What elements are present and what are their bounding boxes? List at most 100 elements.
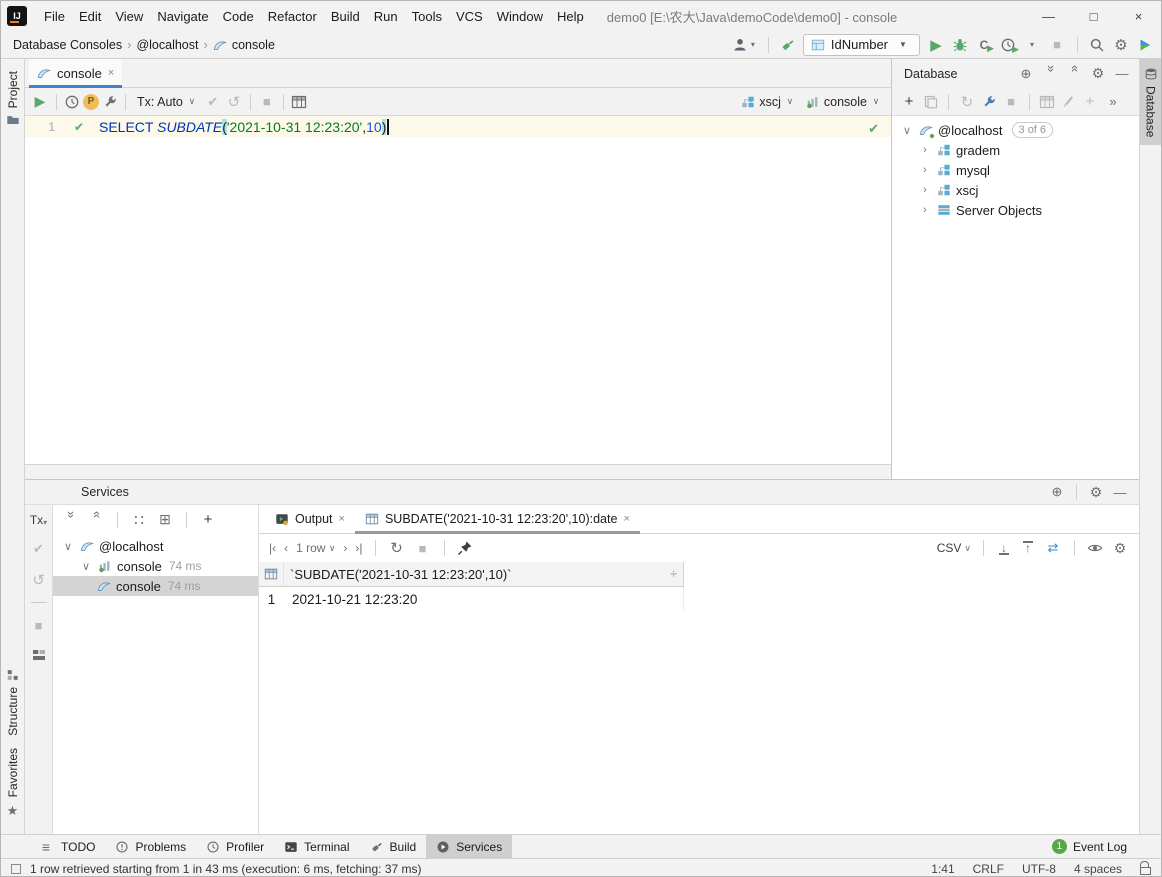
inspections-ok-icon[interactable]: ✔: [868, 121, 879, 137]
plugin-colorful-play-icon[interactable]: [1137, 37, 1153, 53]
profiler-button[interactable]: ▶: [1000, 37, 1016, 53]
group-by-icon[interactable]: ∷: [130, 511, 148, 529]
menu-tools[interactable]: Tools: [405, 5, 449, 28]
tab-output[interactable]: Output ×: [265, 505, 355, 533]
service-row-console-session[interactable]: ∨ console 74 ms: [53, 556, 258, 576]
tool-button-structure[interactable]: Structure: [6, 662, 20, 742]
menu-vcs[interactable]: VCS: [449, 5, 490, 28]
expand-all-icon[interactable]: »: [1041, 65, 1059, 83]
tab-close-icon[interactable]: ×: [108, 67, 114, 79]
tab-result-subdate[interactable]: SUBDATE('2021-10-31 12:23:20',10):date ×: [355, 505, 640, 533]
compare-sync-icon[interactable]: ⇄: [1044, 539, 1062, 557]
tool-button-profiler[interactable]: Profiler: [196, 835, 274, 858]
search-everywhere-icon[interactable]: [1089, 37, 1105, 53]
export-format-select[interactable]: CSV∨: [937, 541, 971, 555]
chevron-down-icon[interactable]: ∨: [61, 540, 75, 553]
tx-toggle-button[interactable]: Tx▾: [30, 513, 47, 527]
menu-view[interactable]: View: [108, 5, 150, 28]
tab-close-icon[interactable]: ×: [339, 513, 345, 525]
datasource-properties-icon[interactable]: [981, 94, 997, 110]
menu-navigate[interactable]: Navigate: [150, 5, 215, 28]
tool-button-problems[interactable]: Problems: [105, 835, 196, 858]
result-row-1[interactable]: 1 2021-10-21 12:23:20: [259, 587, 1139, 611]
menu-code[interactable]: Code: [216, 5, 261, 28]
profiler-dropdown-icon[interactable]: ▾: [1023, 36, 1041, 54]
minimize-button[interactable]: —: [1026, 1, 1071, 31]
menu-run[interactable]: Run: [367, 5, 405, 28]
menu-refactor[interactable]: Refactor: [261, 5, 324, 28]
run-button[interactable]: ▶: [927, 36, 945, 54]
schema-select[interactable]: xscj ∨: [737, 93, 799, 111]
debug-bug-icon[interactable]: [952, 37, 968, 53]
execute-button[interactable]: ▶: [31, 93, 49, 111]
collapse-all-icon[interactable]: «: [1065, 65, 1083, 83]
history-clock-icon[interactable]: [64, 94, 80, 110]
user-account-button[interactable]: ▾: [732, 36, 757, 54]
pin-tab-icon[interactable]: [457, 540, 473, 556]
tab-close-icon[interactable]: ×: [623, 513, 629, 525]
menu-edit[interactable]: Edit: [72, 5, 108, 28]
export-download-icon[interactable]: ↓: [996, 540, 1012, 556]
locate-icon[interactable]: ⊕: [1017, 65, 1035, 83]
tool-button-project[interactable]: Project: [6, 65, 20, 133]
collapse-all-icon[interactable]: «: [87, 511, 105, 529]
tool-button-build[interactable]: Build: [360, 835, 427, 858]
event-log-button[interactable]: 1 Event Log: [1052, 839, 1161, 854]
settings-gear-icon[interactable]: ⚙: [1112, 36, 1130, 54]
tx-mode-select[interactable]: Tx: Auto ∨: [133, 93, 201, 111]
tool-button-terminal[interactable]: Terminal: [274, 835, 359, 858]
editor-splitter[interactable]: [25, 464, 891, 479]
wrench-settings-icon[interactable]: [102, 94, 118, 110]
readonly-lock-icon[interactable]: [1140, 867, 1151, 875]
hide-panel-icon[interactable]: —: [1111, 483, 1129, 501]
layout-icon[interactable]: [31, 647, 47, 663]
tool-button-services[interactable]: Services: [426, 835, 512, 858]
indent-widget[interactable]: 4 spaces: [1074, 862, 1122, 876]
chevron-down-icon[interactable]: ∨: [79, 560, 93, 573]
tool-button-database[interactable]: Database: [1140, 59, 1162, 145]
menu-file[interactable]: File: [37, 5, 72, 28]
menu-help[interactable]: Help: [550, 5, 591, 28]
corner-cell[interactable]: [259, 562, 284, 587]
maximize-button[interactable]: □: [1071, 1, 1116, 31]
locate-icon[interactable]: ⊕: [1048, 483, 1066, 501]
parameters-icon[interactable]: P: [83, 94, 99, 110]
panel-settings-gear-icon[interactable]: ⚙: [1087, 483, 1105, 501]
tree-row-localhost[interactable]: ∨ @localhost 3 of 6: [892, 120, 1139, 140]
chevron-right-icon[interactable]: ›: [918, 184, 932, 196]
breadcrumb-localhost[interactable]: @localhost: [136, 38, 198, 52]
add-datasource-button[interactable]: +: [900, 93, 918, 111]
chevron-right-icon[interactable]: ›: [918, 164, 932, 176]
tree-row-mysql[interactable]: › mysql: [892, 160, 1139, 180]
session-select[interactable]: console ∨: [802, 93, 885, 111]
menu-window[interactable]: Window: [490, 5, 550, 28]
column-header-subdate[interactable]: `SUBDATE('2021-10-31 12:23:20',10)` ÷: [284, 562, 684, 587]
service-row-localhost[interactable]: ∨ @localhost: [53, 536, 258, 556]
view-options-eye-icon[interactable]: [1087, 540, 1103, 556]
tool-button-favorites[interactable]: Favorites ★: [4, 742, 22, 826]
close-button[interactable]: ×: [1116, 1, 1161, 31]
caret-position-widget[interactable]: 1:41: [931, 862, 954, 876]
tool-button-todo[interactable]: ≡ TODO: [27, 835, 105, 858]
run-configuration-select[interactable]: IdNumber ▼: [803, 34, 920, 56]
tree-row-xscj[interactable]: › xscj: [892, 180, 1139, 200]
line-ending-widget[interactable]: CRLF: [973, 862, 1004, 876]
code-editor[interactable]: 1 ✔ SELECT SUBDATE('2021-10-31 12:23:20'…: [25, 116, 891, 464]
build-hammer-icon[interactable]: [780, 37, 796, 53]
run-with-coverage-button[interactable]: C▶: [975, 36, 993, 54]
panel-settings-gear-icon[interactable]: ⚙: [1089, 65, 1107, 83]
import-upload-icon[interactable]: ↑: [1020, 540, 1036, 556]
expand-all-icon[interactable]: »: [61, 511, 79, 529]
tree-row-server-objects[interactable]: › Server Objects: [892, 200, 1139, 220]
add-service-button[interactable]: +: [199, 511, 217, 529]
chevron-down-icon[interactable]: ∨: [900, 124, 914, 137]
service-row-console-result[interactable]: console 74 ms: [53, 576, 258, 596]
row-value-cell[interactable]: 2021-10-21 12:23:20: [284, 587, 684, 611]
hide-panel-icon[interactable]: —: [1113, 65, 1131, 83]
breadcrumb-database-consoles[interactable]: Database Consoles: [13, 38, 122, 52]
view-options-icon[interactable]: ⊞: [156, 511, 174, 529]
breadcrumb-console[interactable]: console: [232, 38, 275, 52]
editor-tab-console[interactable]: console ×: [29, 59, 122, 87]
background-tasks-icon[interactable]: [11, 864, 21, 874]
encoding-widget[interactable]: UTF-8: [1022, 862, 1056, 876]
